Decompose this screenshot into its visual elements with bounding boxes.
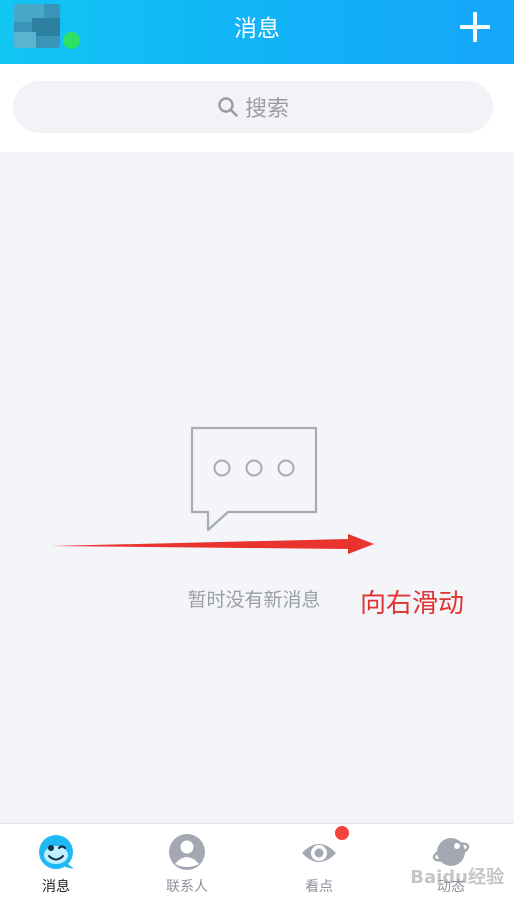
search-section: 搜索: [0, 64, 514, 152]
chat-bubble-face-icon: [39, 835, 74, 869]
notification-badge: [335, 826, 349, 840]
top-bar: 消息: [0, 0, 514, 64]
search-placeholder: 搜索: [244, 97, 289, 122]
contact-person-icon: [169, 834, 205, 870]
page-title: 消息: [234, 16, 280, 42]
tab-label: 联系人: [166, 879, 208, 895]
annotation-text: 向右滑动: [360, 589, 465, 619]
tab-discover[interactable]: 看点: [255, 824, 383, 903]
tab-contacts[interactable]: 联系人: [123, 824, 251, 903]
swipe-right-arrow: [50, 534, 374, 554]
search-input[interactable]: 搜索: [13, 81, 493, 133]
tab-label: 消息: [42, 879, 70, 895]
bottom-tab-bar: 消息 联系人 看点 动态 Baidu经验: [0, 823, 514, 903]
eye-icon: [302, 844, 336, 862]
watermark: Baidu经验: [410, 867, 504, 888]
search-icon: [218, 97, 238, 117]
tab-messages[interactable]: 消息: [0, 824, 120, 903]
add-icon[interactable]: [460, 12, 490, 42]
tab-label: 看点: [305, 879, 333, 895]
empty-chat-icon: [190, 426, 318, 532]
